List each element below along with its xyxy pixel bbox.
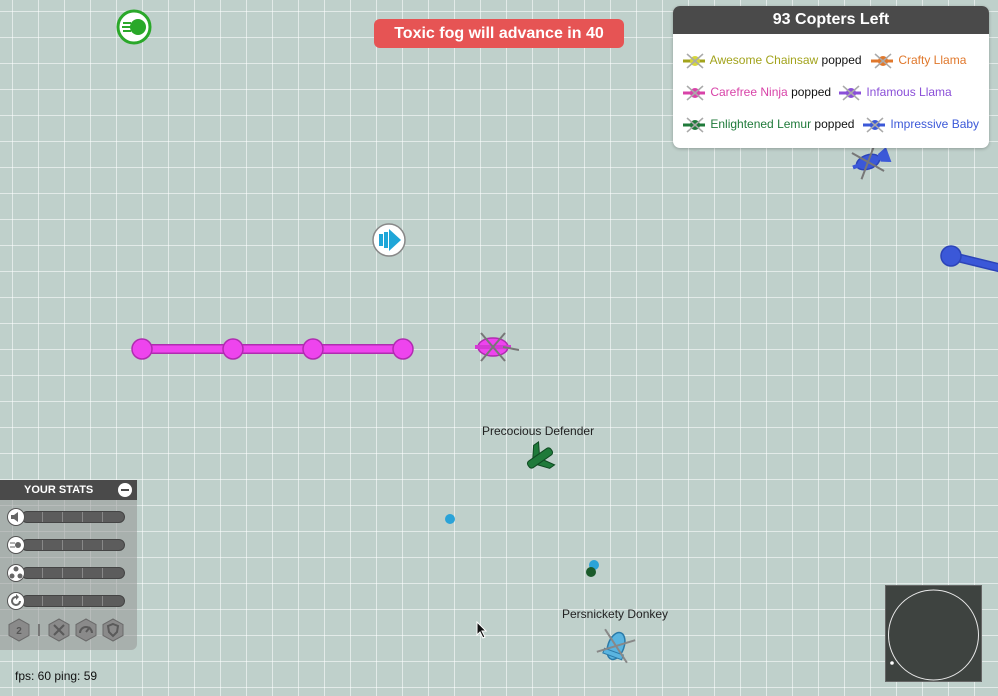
stat-row[interactable] xyxy=(7,508,125,526)
collapse-stats-button[interactable] xyxy=(118,483,132,497)
mouse-cursor-icon xyxy=(476,621,488,639)
stat-row[interactable] xyxy=(7,536,125,554)
upgrade-points-icon[interactable]: 2 xyxy=(7,618,31,642)
speed-boost-pickup-icon[interactable] xyxy=(116,9,152,45)
kill-feed-row: Impressive Baby xyxy=(861,115,979,133)
fps-ping-readout: fps: 60 ping: 59 xyxy=(15,669,98,683)
player-name-label: Persnickety Donkey xyxy=(562,607,669,621)
copter-icon xyxy=(681,117,707,133)
stat-row[interactable] xyxy=(7,564,125,582)
fog-warning-banner: Toxic fog will advance in 40 xyxy=(374,19,624,48)
enemy-copter[interactable] xyxy=(596,627,636,664)
shield-icon[interactable] xyxy=(101,618,125,642)
reload-icon xyxy=(7,592,25,610)
victim-name: Impressive Baby xyxy=(890,117,980,131)
enemy-copter[interactable] xyxy=(521,439,560,478)
killer-name: Carefree Ninja xyxy=(710,85,788,99)
blue-laser xyxy=(940,245,998,273)
copter-icon xyxy=(869,53,895,69)
bullet xyxy=(445,514,455,524)
bullet xyxy=(586,567,596,577)
gauge-icon[interactable] xyxy=(74,618,98,642)
kill-verb: popped xyxy=(814,117,855,131)
stat-progress-bar[interactable] xyxy=(21,567,125,579)
tools-icon[interactable] xyxy=(47,618,71,642)
pink-copter[interactable] xyxy=(475,332,520,362)
killer-name: Awesome Chainsaw xyxy=(709,53,819,67)
minimap-player-dot xyxy=(890,661,894,665)
laser-chain xyxy=(131,338,414,360)
stat-progress-bar[interactable] xyxy=(21,511,125,523)
minimap xyxy=(885,585,982,682)
bullet-speed-icon xyxy=(7,536,25,554)
player-name-label: Precocious Defender xyxy=(482,424,595,438)
leaderboard-panel: 93 Copters Left Awesome Chainsaw popped … xyxy=(673,6,989,148)
sound-wave-pickup-icon[interactable] xyxy=(372,223,406,257)
copter-icon xyxy=(861,117,887,133)
victim-name: Infamous Llama xyxy=(866,85,952,99)
kill-verb: popped xyxy=(821,53,862,67)
stats-panel: YOUR STATS 2 xyxy=(0,480,137,650)
copter-icon xyxy=(681,53,707,69)
copter-icon xyxy=(837,85,863,101)
kill-feed-row: Carefree Ninja popped xyxy=(681,83,831,101)
kill-feed-row: Enlightened Lemur popped xyxy=(681,115,854,133)
stat-row[interactable] xyxy=(7,592,125,610)
kill-verb: popped xyxy=(791,85,832,99)
kill-feed-row: Awesome Chainsaw popped xyxy=(681,51,862,69)
copter-icon xyxy=(681,85,707,101)
speaker-icon xyxy=(7,508,25,526)
kill-feed-row: Crafty Llama xyxy=(869,51,966,69)
upgrade-points-label: 2 xyxy=(16,626,22,637)
copters-left-title: 93 Copters Left xyxy=(673,6,989,34)
victim-name: Crafty Llama xyxy=(898,53,967,67)
upgrade-divider xyxy=(38,624,40,636)
multi-shot-icon xyxy=(7,564,25,582)
kill-feed-row: Infamous Llama xyxy=(837,83,952,101)
stat-progress-bar[interactable] xyxy=(21,595,125,607)
stat-progress-bar[interactable] xyxy=(21,539,125,551)
stats-title: YOUR STATS xyxy=(24,484,94,496)
stats-header: YOUR STATS xyxy=(0,480,137,500)
killer-name: Enlightened Lemur xyxy=(710,117,812,131)
